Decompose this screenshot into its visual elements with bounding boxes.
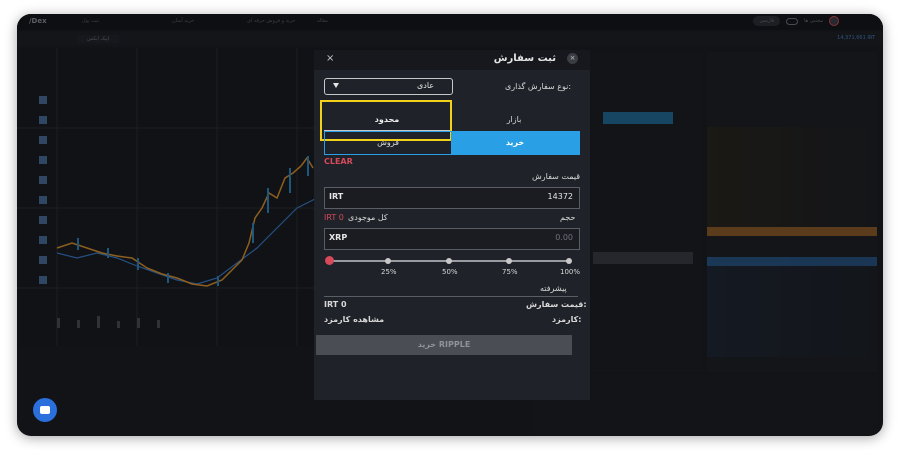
percent-100: 100% [560,268,581,276]
percent-25: 25% [381,268,397,276]
slider-tick-25[interactable] [385,258,391,264]
chevron-down-icon [333,83,339,88]
order-price-label: قیمت سفارش: [526,300,587,309]
price-input[interactable]: IRT 14372 [324,187,580,209]
volume-placeholder: 0.00 [555,233,573,242]
fee-link[interactable]: مشاهده کارمزد [324,315,384,324]
modal-header: × ثبت سفارش × [314,50,590,70]
close-icon[interactable]: × [326,53,334,64]
modal-title: ثبت سفارش [493,53,556,64]
slider-handle[interactable] [325,256,334,265]
fee-label: کارمزد: [552,315,582,324]
advanced-toggle[interactable]: پیشرفته [540,284,567,293]
volume-unit: XRP [329,233,348,242]
order-price-value: IRT 0 [324,300,347,309]
divider [324,296,578,297]
clear-button[interactable]: CLEAR [324,157,353,166]
slider-tick-100[interactable] [566,258,572,264]
chat-icon [40,406,50,414]
percent-75: 75% [502,268,518,276]
slider-tick-50[interactable] [446,258,452,264]
price-value: 14372 [547,192,573,201]
slider-tick-75[interactable] [506,258,512,264]
order-type-value: عادی [417,81,435,90]
order-type-select[interactable]: عادی [324,78,453,95]
price-label: قیمت سفارش [532,172,581,181]
chat-button[interactable] [33,398,57,422]
buy-ripple-button[interactable]: خرید RIPPLE [316,335,572,355]
side-toggle: فروش خرید [324,131,580,155]
sell-tab[interactable]: فروش [325,132,451,154]
price-unit: IRT [329,192,344,201]
balance-label: کل موجودی [348,213,388,222]
close-circle-icon[interactable]: × [567,53,578,64]
volume-label: حجم [560,213,576,222]
buy-tab[interactable]: خرید [451,132,579,154]
percent-50: 50% [442,268,458,276]
tab-market[interactable]: بازار [450,110,578,130]
volume-input[interactable]: XRP 0.00 [324,228,580,250]
balance-value: IRT 0 [324,213,344,222]
order-type-label: نوع سفارش گذاری: [505,82,572,91]
